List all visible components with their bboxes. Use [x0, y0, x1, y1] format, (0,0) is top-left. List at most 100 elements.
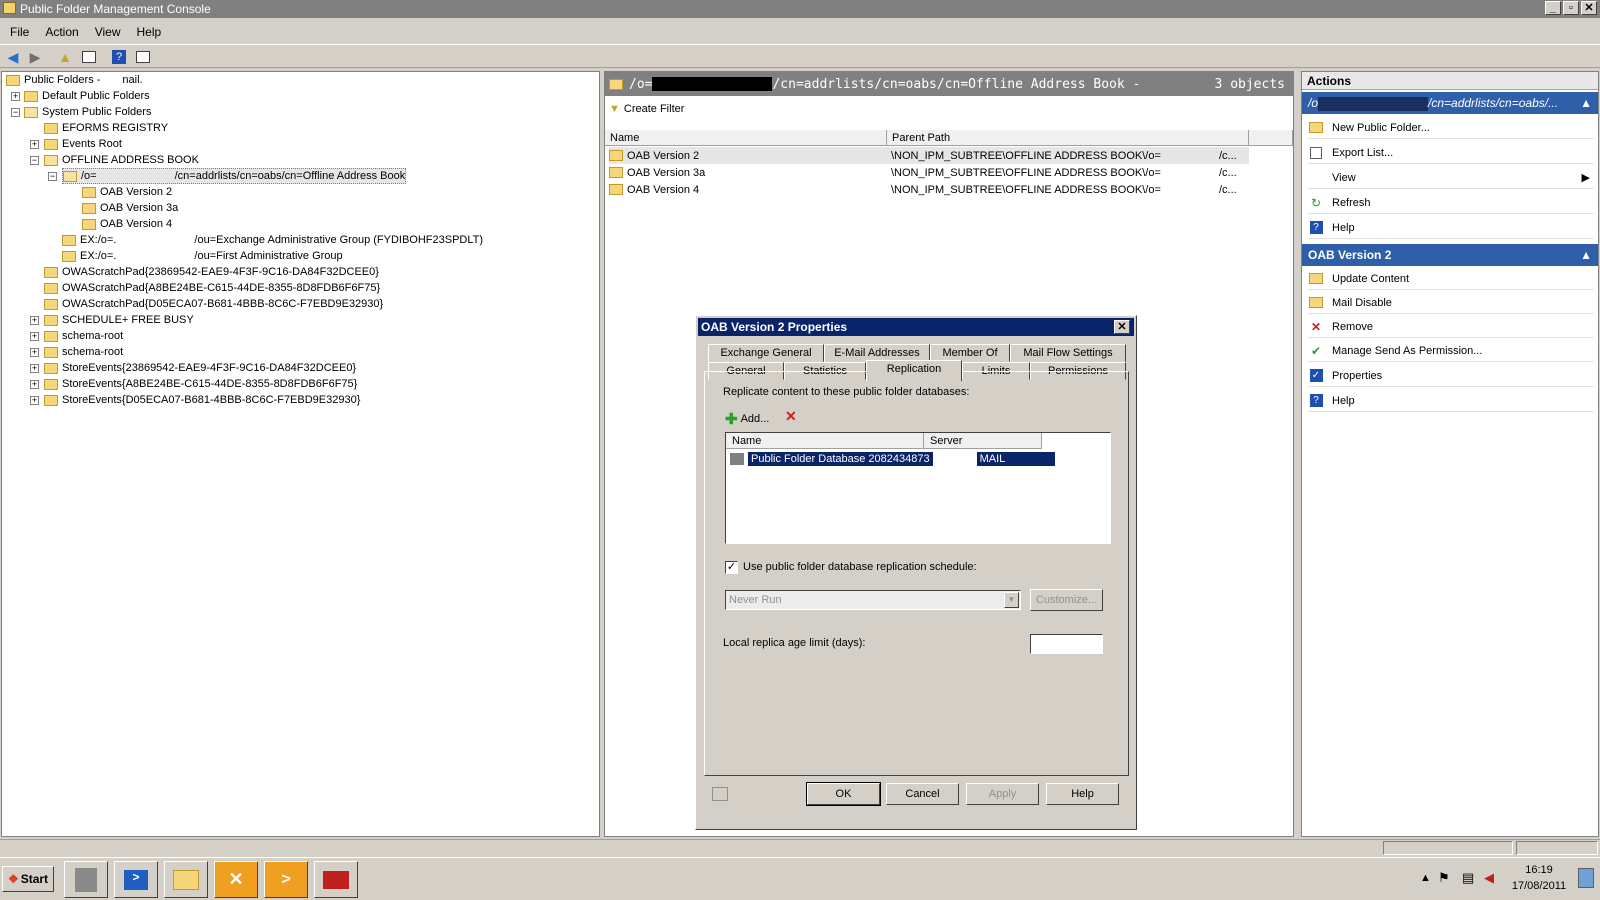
clock[interactable]: 16:19 17/08/2011 [1510, 862, 1568, 894]
start-button[interactable]: ❖ Start [2, 866, 54, 892]
tree-item-owascratchpad-3[interactable]: OWAScratchPad{D05ECA07-B681-4BBB-8C6C-F7… [44, 296, 383, 312]
actions-section-oab-version-2[interactable]: OAB Version 2 ▲ [1302, 244, 1598, 266]
menu-action[interactable]: Action [45, 25, 78, 39]
collapse-icon[interactable]: − [48, 172, 57, 181]
back-icon[interactable]: ◀ [4, 48, 22, 66]
apply-button[interactable]: Apply [966, 783, 1039, 805]
tree-item-schema-root-1[interactable]: schema-root [44, 328, 123, 344]
action-new-public-folder[interactable]: New Public Folder... [1308, 117, 1594, 139]
expand-icon[interactable]: + [30, 140, 39, 149]
actions-section-oab[interactable]: /o/cn=addrlists/cn=oabs/... ▲ [1302, 92, 1598, 114]
up-folder-icon[interactable]: ▲ [56, 48, 74, 66]
tab-replication[interactable]: Replication [866, 360, 962, 381]
tree-item-owascratchpad-1[interactable]: OWAScratchPad{23869542-EAE9-4F3F-9C16-DA… [44, 264, 379, 280]
expand-icon[interactable]: + [30, 348, 39, 357]
expand-icon[interactable]: + [30, 316, 39, 325]
help-button[interactable]: Help [1046, 783, 1119, 805]
menu-help[interactable]: Help [137, 25, 162, 39]
column-header-name[interactable]: Name [605, 130, 887, 146]
tree-item-oab-selected[interactable]: /o= /cn=addrlists/cn=oabs/cn=Offline Addr… [62, 168, 407, 184]
menu-file[interactable]: File [10, 25, 29, 39]
dialog-close-button[interactable]: ✕ [1114, 320, 1130, 334]
explorer-icon[interactable] [164, 861, 208, 898]
action-mail-disable[interactable]: Mail Disable [1308, 292, 1594, 314]
powershell-icon[interactable]: > [114, 861, 158, 898]
column-header-empty[interactable] [1249, 130, 1293, 146]
tray-expand-icon[interactable]: ▲ [1420, 872, 1431, 884]
tree-item-system-public-folders[interactable]: System Public Folders [24, 104, 151, 120]
remove-icon[interactable]: ✕ [785, 408, 797, 425]
tree-item-owascratchpad-2[interactable]: OWAScratchPad{A8BE24BE-C615-44DE-8355-8D… [44, 280, 380, 296]
collapse-icon[interactable]: − [30, 156, 39, 165]
forward-icon[interactable]: ▶ [26, 48, 44, 66]
tab-exchange-general[interactable]: Exchange General [708, 344, 824, 362]
tree-item-default-public-folders[interactable]: Default Public Folders [24, 88, 150, 104]
tree-item-eforms-registry[interactable]: EFORMS REGISTRY [44, 120, 168, 136]
tree-item-ex-first-admin-group[interactable]: EX:/o=. /ou=First Administrative Group [62, 248, 343, 264]
list-column-name[interactable]: Name [726, 433, 924, 449]
expand-icon[interactable]: + [11, 92, 20, 101]
tree-item-events-root[interactable]: Events Root [44, 136, 122, 152]
column-header-parent-path[interactable]: Parent Path [887, 130, 1249, 146]
tree-item-storeevents-3[interactable]: StoreEvents{D05ECA07-B681-4BBB-8C6C-F7EB… [44, 392, 360, 408]
action-refresh[interactable]: ↻ Refresh [1308, 192, 1594, 214]
action-view[interactable]: View ▶ [1308, 167, 1594, 189]
tree-item-oab-version-2[interactable]: OAB Version 2 [82, 184, 172, 200]
show-hide-action-pane-icon[interactable] [134, 48, 152, 66]
action-properties[interactable]: ✓ Properties [1308, 365, 1594, 387]
collapse-up-icon[interactable]: ▲ [1580, 244, 1592, 266]
tree-item-schedule-free-busy[interactable]: SCHEDULE+ FREE BUSY [44, 312, 194, 328]
expand-icon[interactable]: + [30, 364, 39, 373]
tree-item-schema-root-2[interactable]: schema-root [44, 344, 123, 360]
use-schedule-checkbox[interactable]: ✓ [725, 561, 738, 574]
list-item[interactable]: Public Folder Database 2082434873 MAIL [730, 451, 1056, 467]
action-remove[interactable]: ✕ Remove [1308, 316, 1594, 338]
tree-item-oab-version-4[interactable]: OAB Version 4 [82, 216, 172, 232]
network-icon[interactable]: ▤ [1462, 870, 1474, 886]
collapse-icon[interactable]: − [11, 108, 20, 117]
ok-button[interactable]: OK [806, 782, 881, 806]
action-help[interactable]: ? Help [1308, 217, 1594, 239]
exchange-shell-icon[interactable]: > [264, 861, 308, 898]
replica-age-input[interactable] [1030, 634, 1103, 654]
add-button[interactable]: ✚ Add... [725, 410, 769, 428]
chevron-down-icon[interactable]: ▼ [1004, 592, 1019, 608]
show-hide-tree-icon[interactable] [80, 48, 98, 66]
cancel-button[interactable]: Cancel [886, 783, 959, 805]
table-row[interactable]: OAB Version 4 \NON_IPM_SUBTREE\OFFLINE A… [609, 181, 1249, 198]
tree-item-storeevents-1[interactable]: StoreEvents{23869542-EAE9-4F3F-9C16-DA84… [44, 360, 356, 376]
menu-view[interactable]: View [95, 25, 121, 39]
dialog-help-icon[interactable] [712, 787, 728, 801]
toolbox-icon[interactable] [314, 861, 358, 898]
exchange-console-icon[interactable]: ✕ [214, 861, 258, 898]
expand-icon[interactable]: + [30, 396, 39, 405]
action-help-2[interactable]: ? Help [1308, 390, 1594, 412]
table-row[interactable]: OAB Version 3a \NON_IPM_SUBTREE\OFFLINE … [609, 164, 1249, 181]
minimize-button[interactable]: _ [1545, 1, 1561, 15]
list-column-server[interactable]: Server [924, 433, 1042, 449]
table-row[interactable]: OAB Version 2 \NON_IPM_SUBTREE\OFFLINE A… [609, 147, 1249, 164]
customize-button[interactable]: Customize... [1030, 589, 1103, 611]
tree-item-oab-version-3a[interactable]: OAB Version 3a [82, 200, 178, 216]
action-export-list[interactable]: Export List... [1308, 142, 1594, 164]
tree-root[interactable]: Public Folders - nail. [6, 72, 143, 88]
help-icon[interactable]: ? [110, 48, 128, 66]
restore-button[interactable]: ▫ [1563, 1, 1579, 15]
action-center-flag-icon[interactable]: ⚑ [1438, 870, 1450, 886]
tree-item-offline-address-book[interactable]: OFFLINE ADDRESS BOOK [44, 152, 199, 168]
server-manager-icon[interactable] [64, 861, 108, 898]
close-button[interactable]: ✕ [1581, 1, 1597, 15]
expand-icon[interactable]: + [30, 380, 39, 389]
tab-mail-flow-settings[interactable]: Mail Flow Settings [1010, 344, 1126, 362]
action-update-content[interactable]: Update Content [1308, 268, 1594, 290]
tree-item-storeevents-2[interactable]: StoreEvents{A8BE24BE-C615-44DE-8355-8D8F… [44, 376, 357, 392]
tree-label-suffix: nail. [122, 74, 143, 86]
action-manage-send-as-permission[interactable]: ✔ Manage Send As Permission... [1308, 340, 1594, 362]
expand-icon[interactable]: + [30, 332, 39, 341]
collapse-up-icon[interactable]: ▲ [1580, 92, 1592, 114]
tree-item-ex-exchange-admin-group[interactable]: EX:/o=. /ou=Exchange Administrative Group… [62, 232, 483, 248]
show-desktop-icon[interactable] [1578, 868, 1594, 888]
create-filter-button[interactable]: ▼ Create Filter [609, 100, 684, 118]
volume-icon[interactable]: ◀ [1484, 870, 1494, 886]
schedule-select[interactable]: Never Run ▼ [725, 590, 1021, 610]
